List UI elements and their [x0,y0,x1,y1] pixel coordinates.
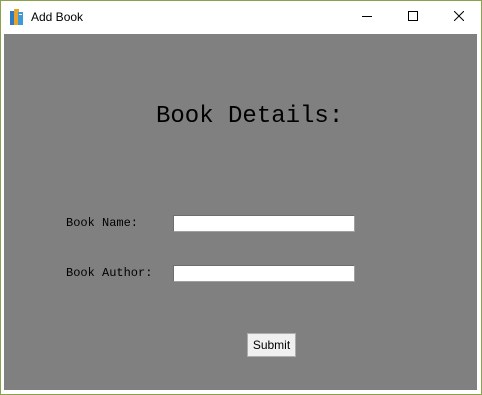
minimize-icon [362,16,372,17]
title-bar[interactable]: Add Book [1,1,481,32]
book-author-input[interactable] [173,265,355,282]
book-name-label: Book Name: [66,216,139,230]
books-app-icon [10,9,24,25]
book-name-input[interactable] [173,215,355,232]
window-title: Add Book [31,10,84,24]
minimize-button[interactable] [344,1,390,32]
maximize-button[interactable] [390,1,436,32]
form-heading: Book Details: [156,103,344,130]
form-panel: Book Details: Book Name: Book Author: Su… [4,34,477,390]
submit-button[interactable]: Submit [247,333,296,357]
close-icon [454,11,464,21]
add-book-window: Add Book Book Details: Book Name: Book A… [0,0,482,395]
book-author-label: Book Author: [66,266,153,280]
maximize-icon [408,11,418,21]
close-button[interactable] [436,1,482,32]
